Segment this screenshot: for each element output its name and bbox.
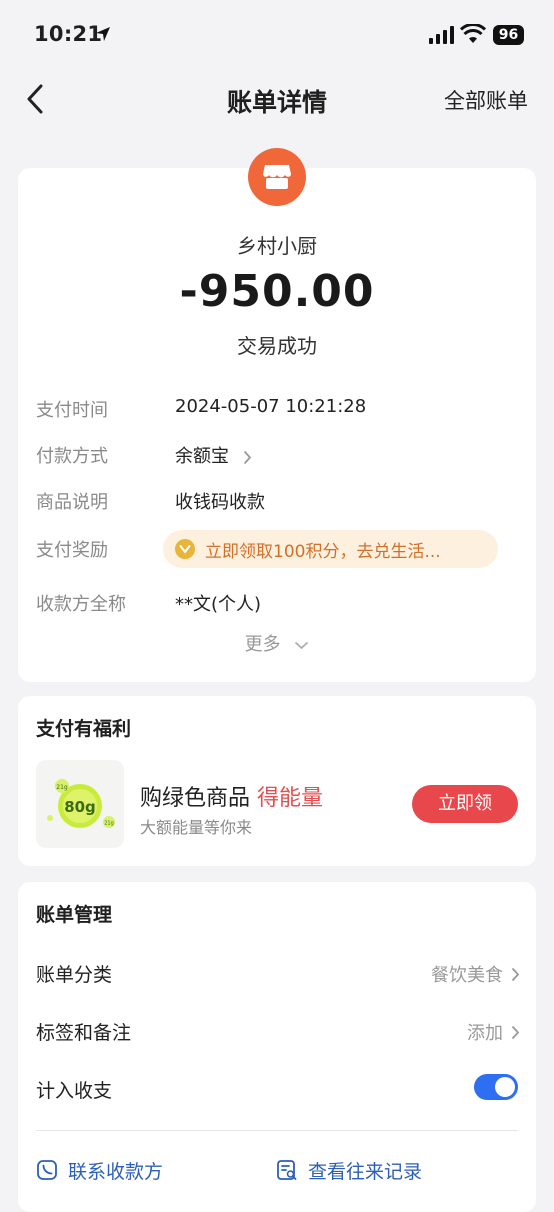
- coin-icon: [175, 539, 195, 559]
- all-bills-link[interactable]: 全部账单: [444, 85, 528, 115]
- tags-value: 添加: [467, 1023, 503, 1044]
- category-value-wrap: 餐饮美食: [431, 961, 520, 987]
- trade-status: 交易成功: [237, 334, 317, 358]
- energy-small-label-2: 21g: [104, 821, 114, 827]
- contact-payee-button[interactable]: 联系收款方: [36, 1154, 163, 1186]
- detail-label: 收款方全称: [36, 594, 126, 615]
- chevron-right-icon: [243, 450, 251, 464]
- detail-row-payment-method[interactable]: 付款方式 余额宝: [18, 438, 536, 472]
- payment-method-value[interactable]: 余额宝: [175, 442, 252, 468]
- detail-row-payment-time: 支付时间 2024-05-07 10:21:28: [18, 392, 536, 426]
- bill-amount: -950.00: [179, 266, 375, 317]
- nav-bar: 账单详情 全部账单: [0, 70, 554, 128]
- tags-label: 标签和备注: [36, 1022, 132, 1044]
- bill-management-card: 账单管理 账单分类 餐饮美食 标签和备注 添加 计入收支 联系收款方 查看往来记…: [18, 882, 536, 1212]
- energy-bubble-icon: 80g 21g 21g: [47, 779, 115, 828]
- detail-value: **文(个人): [175, 594, 262, 615]
- detail-value: 余额宝: [175, 446, 229, 467]
- detail-row-description: 商品说明 收钱码收款: [18, 484, 536, 518]
- detail-label: 付款方式: [36, 446, 108, 467]
- shop-icon: [263, 165, 291, 189]
- promo-title: 购绿色商品 得能量: [140, 780, 323, 812]
- chevron-right-icon: [511, 967, 520, 981]
- energy-promo-image: 80g 21g 21g: [36, 760, 124, 848]
- divider: [36, 1130, 518, 1131]
- tags-notes-row[interactable]: 标签和备注 添加: [18, 1010, 536, 1050]
- include-toggle[interactable]: [474, 1074, 518, 1100]
- status-time: 10:21: [34, 22, 103, 46]
- merchant-avatar: [248, 148, 306, 206]
- detail-label: 支付时间: [36, 400, 108, 421]
- toggle-knob: [495, 1077, 515, 1097]
- energy-small-label-1: 21g: [56, 784, 68, 791]
- bill-category-row[interactable]: 账单分类 餐饮美食: [18, 952, 536, 992]
- battery-indicator: 96: [493, 25, 524, 45]
- tags-value-wrap: 添加: [467, 1019, 520, 1045]
- claim-button[interactable]: 立即领: [412, 785, 518, 823]
- contact-payee-label: 联系收款方: [68, 1160, 164, 1183]
- chevron-down-icon: [295, 641, 309, 649]
- merchant-name: 乡村小厨: [237, 234, 317, 258]
- manage-title: 账单管理: [36, 904, 113, 926]
- wifi-icon: [460, 24, 486, 43]
- energy-main-label: 80g: [64, 798, 96, 816]
- detail-value: 2024-05-07 10:21:28: [175, 396, 367, 417]
- detail-label: 支付奖励: [36, 540, 108, 561]
- detail-row-reward: 支付奖励 立即领取100积分，去兑生活...: [18, 530, 536, 568]
- check-icon: [179, 545, 191, 554]
- chevron-right-icon: [511, 1025, 520, 1039]
- reward-pill[interactable]: 立即领取100积分，去兑生活...: [163, 530, 498, 568]
- benefit-title: 支付有福利: [36, 718, 132, 740]
- promo-subtitle: 大额能量等你来: [140, 818, 253, 837]
- promo-title-text: 购绿色商品: [140, 786, 251, 811]
- detail-row-payee-name: 收款方全称 **文(个人): [18, 586, 536, 620]
- category-value: 餐饮美食: [431, 965, 503, 986]
- promo-highlight: 得能量: [257, 786, 324, 811]
- bill-summary-card: 乡村小厨 -950.00 交易成功 支付时间 2024-05-07 10:21:…: [18, 168, 536, 682]
- benefit-card: 支付有福利 80g 21g 21g 购绿色商品 得能量 大额能量等你来 立即领: [18, 696, 536, 866]
- detail-label: 商品说明: [36, 492, 108, 513]
- view-records-label: 查看往来记录: [308, 1160, 423, 1183]
- phone-icon: [37, 1160, 57, 1180]
- location-arrow-icon: [96, 27, 110, 41]
- view-records-button[interactable]: 查看往来记录: [276, 1154, 422, 1186]
- include-label: 计入收支: [36, 1080, 113, 1102]
- detail-value: 收钱码收款: [175, 492, 265, 513]
- category-label: 账单分类: [36, 964, 113, 986]
- search-record-icon: [277, 1160, 297, 1180]
- more-label: 更多: [244, 634, 281, 655]
- status-bar: 10:21 96: [0, 0, 554, 64]
- reward-text: 立即领取100积分，去兑生活...: [205, 541, 441, 562]
- include-income-row: 计入收支: [18, 1068, 536, 1108]
- cellular-signal-icon: [429, 26, 454, 44]
- more-button[interactable]: 更多: [18, 630, 536, 656]
